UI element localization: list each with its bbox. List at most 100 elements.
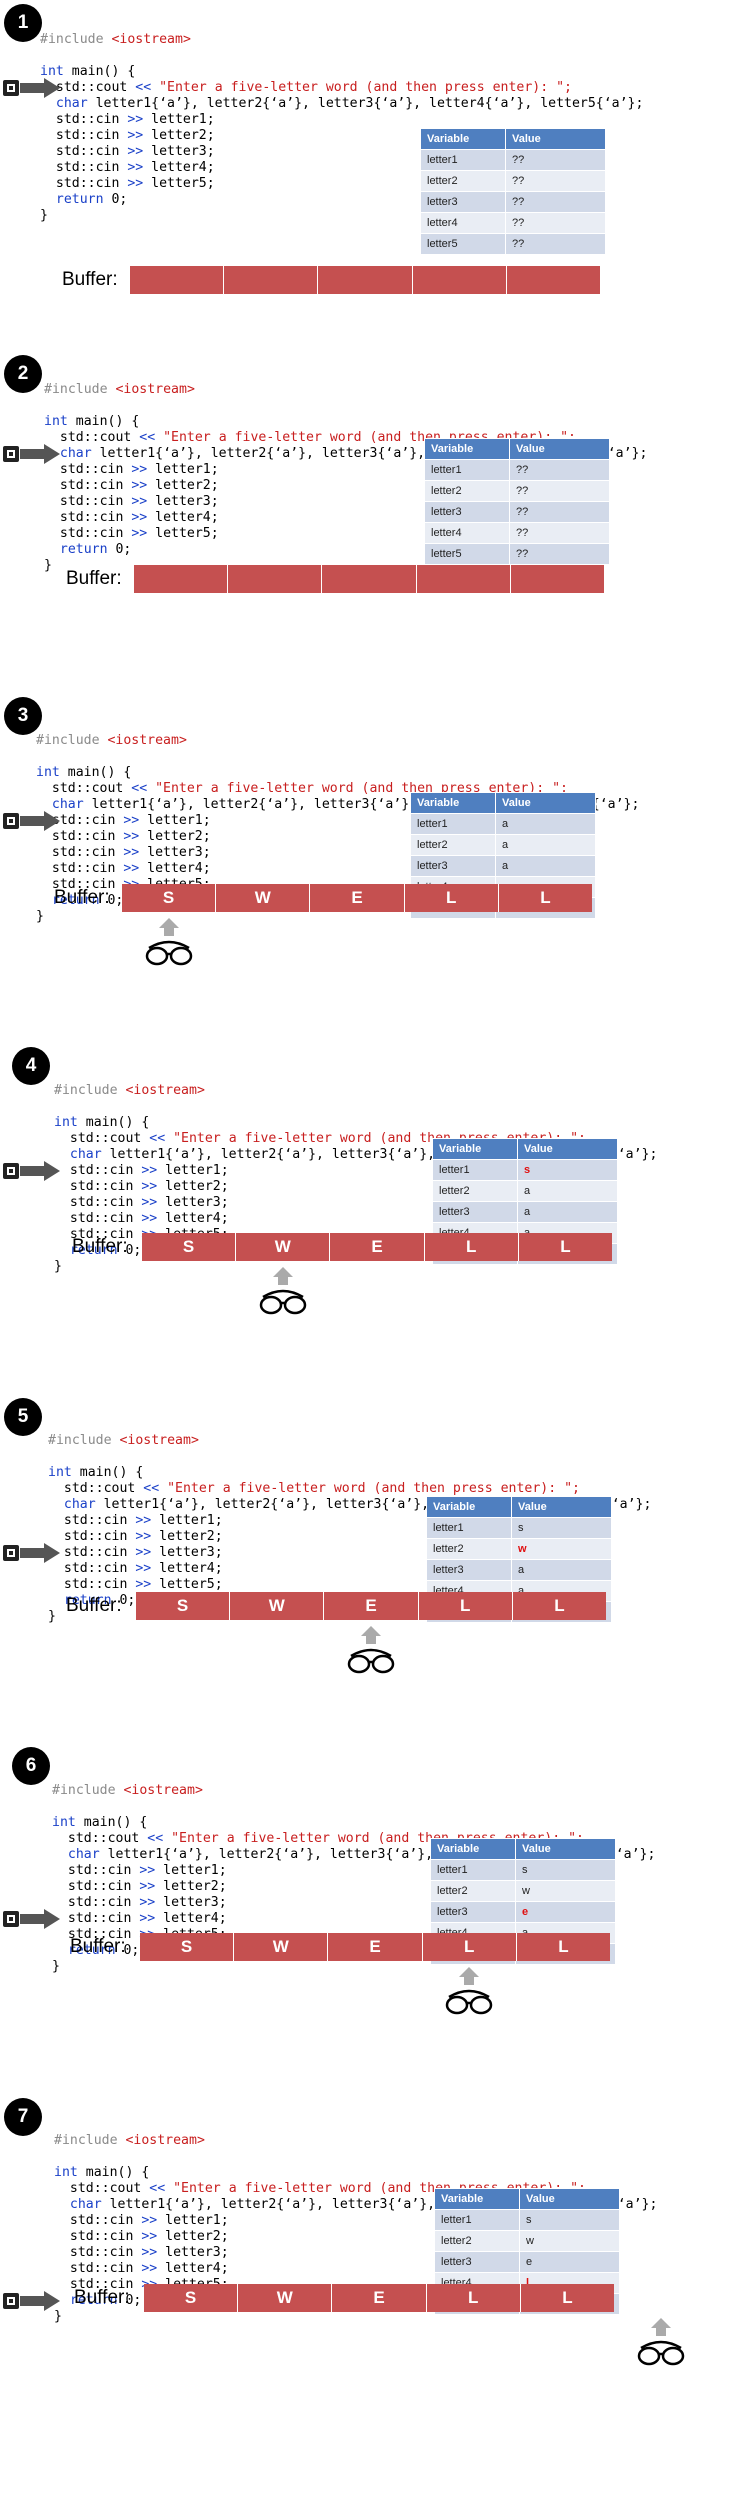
variables-table: Variable Value letter1?? letter2?? letter3??… [424, 438, 610, 565]
code-token: main() { [75, 1815, 148, 1830]
variable-value: ?? [509, 459, 610, 481]
variable-name: letter2 [426, 1538, 512, 1560]
code-token: "Enter a five-letter word (and then pres… [151, 80, 572, 95]
code-token: >> [141, 1163, 158, 1178]
buffer-cell: L [518, 1233, 613, 1261]
input-buffer [130, 266, 601, 294]
code-token: >> [131, 478, 148, 493]
code-token: >> [131, 526, 148, 541]
execution-pointer-arrow-icon [2, 1541, 62, 1565]
step-panel: 1 #include <iostream> int main() { std::co… [0, 0, 737, 350]
variable-name: letter5 [420, 233, 506, 255]
variable-name: letter3 [434, 2251, 520, 2273]
code-token: std::cin [40, 160, 128, 175]
code-token: <iostream> [115, 382, 195, 397]
code-token: <iostream> [107, 733, 187, 748]
table-row: letter3?? [420, 191, 606, 213]
code-token: main() { [71, 1465, 144, 1480]
variable-name: letter2 [432, 1180, 518, 1202]
code-token: std::cin [52, 1863, 140, 1878]
code-line-main: int main() { [48, 1465, 651, 1481]
code-token: >> [123, 813, 140, 828]
code-token: #include [36, 733, 100, 748]
table-header-row: Variable Value [426, 1496, 612, 1518]
code-token: } [54, 1259, 62, 1274]
buffer-cell [412, 266, 507, 294]
column-header-value: Value [517, 1138, 618, 1160]
step-number-badge: 7 [4, 2098, 42, 2136]
code-token: letter1; [157, 2213, 229, 2228]
buffer-cell: E [310, 884, 405, 912]
code-token: char [48, 1497, 96, 1512]
code-token: char [54, 2197, 102, 2212]
variable-value: a [495, 834, 596, 856]
code-token: #include [44, 382, 108, 397]
code-token: std::cin [44, 510, 132, 525]
table-row: letter3 e [430, 1901, 616, 1923]
code-token: std::cin [36, 861, 124, 876]
code-token: std::cin [54, 2213, 142, 2228]
buffer-cell: E [330, 1233, 425, 1261]
buffer-label: Buffer: [72, 1236, 128, 1257]
column-header-variable: Variable [432, 1138, 518, 1160]
code-token: << [131, 781, 148, 796]
code-line-main: int main() { [52, 1815, 655, 1831]
code-token: std::cin [44, 478, 132, 493]
code-token: std::cin [54, 1163, 142, 1178]
code-line-main: int main() { [44, 414, 647, 430]
code-token: >> [139, 1911, 156, 1926]
code-token: >> [123, 829, 140, 844]
code-token: >> [127, 176, 144, 191]
column-header-value: Value [505, 128, 606, 150]
code-token: std::cout [54, 2181, 150, 2196]
buffer-label: Buffer: [54, 887, 110, 908]
code-token: int [44, 414, 68, 429]
table-row: letter1 s [430, 1859, 616, 1881]
variable-value: a [517, 1201, 618, 1223]
code-token: std::cin [54, 1211, 142, 1226]
buffer-cell: E [324, 1592, 419, 1620]
code-token: std::cin [54, 2245, 142, 2260]
input-buffer: SWELL [136, 1592, 607, 1620]
step-number-badge: 1 [4, 4, 42, 42]
execution-pointer-arrow-icon [2, 1907, 62, 1931]
code-token: letter2; [157, 1179, 229, 1194]
code-token: letter2; [155, 1879, 227, 1894]
code-token: << [135, 80, 152, 95]
step-panel: 7 #include <iostream> int main() { std::co… [0, 2098, 737, 2450]
variable-name: letter3 [432, 1201, 518, 1223]
code-token: letter3; [155, 1895, 227, 1910]
code-token: std::cin [40, 144, 128, 159]
code-token: >> [139, 1863, 156, 1878]
variable-name: letter3 [430, 1901, 516, 1923]
code-line-include: #include <iostream> [52, 1783, 655, 1799]
variables-table: Variable Value letter1?? letter2?? letter3??… [420, 128, 606, 255]
code-token: letter4; [155, 1911, 227, 1926]
variable-value: w [515, 1880, 616, 1902]
code-token: >> [135, 1529, 152, 1544]
buffer-cell: S [122, 884, 217, 912]
code-token: letter4; [139, 861, 211, 876]
column-header-value: Value [515, 1838, 616, 1860]
code-token: std::cin [36, 845, 124, 860]
column-header-value: Value [495, 792, 596, 814]
variable-value: e [519, 2251, 620, 2273]
buffer-cell: S [144, 2284, 239, 2312]
table-row: letter2 w [430, 1880, 616, 1902]
code-line-include: #include <iostream> [36, 733, 639, 749]
variable-name: letter3 [424, 501, 510, 523]
column-header-variable: Variable [434, 2188, 520, 2210]
step-panel: 3 #include <iostream> int main() { std::co… [0, 697, 737, 1050]
buffer-cell: L [498, 884, 593, 912]
buffer-label: Buffer: [70, 1936, 126, 1957]
step-number-badge: 2 [4, 355, 42, 393]
table-row: letter5?? [424, 543, 610, 565]
code-token: 0; [103, 192, 128, 207]
code-line-include: #include <iostream> [54, 2133, 657, 2149]
variable-value: ?? [505, 191, 606, 213]
